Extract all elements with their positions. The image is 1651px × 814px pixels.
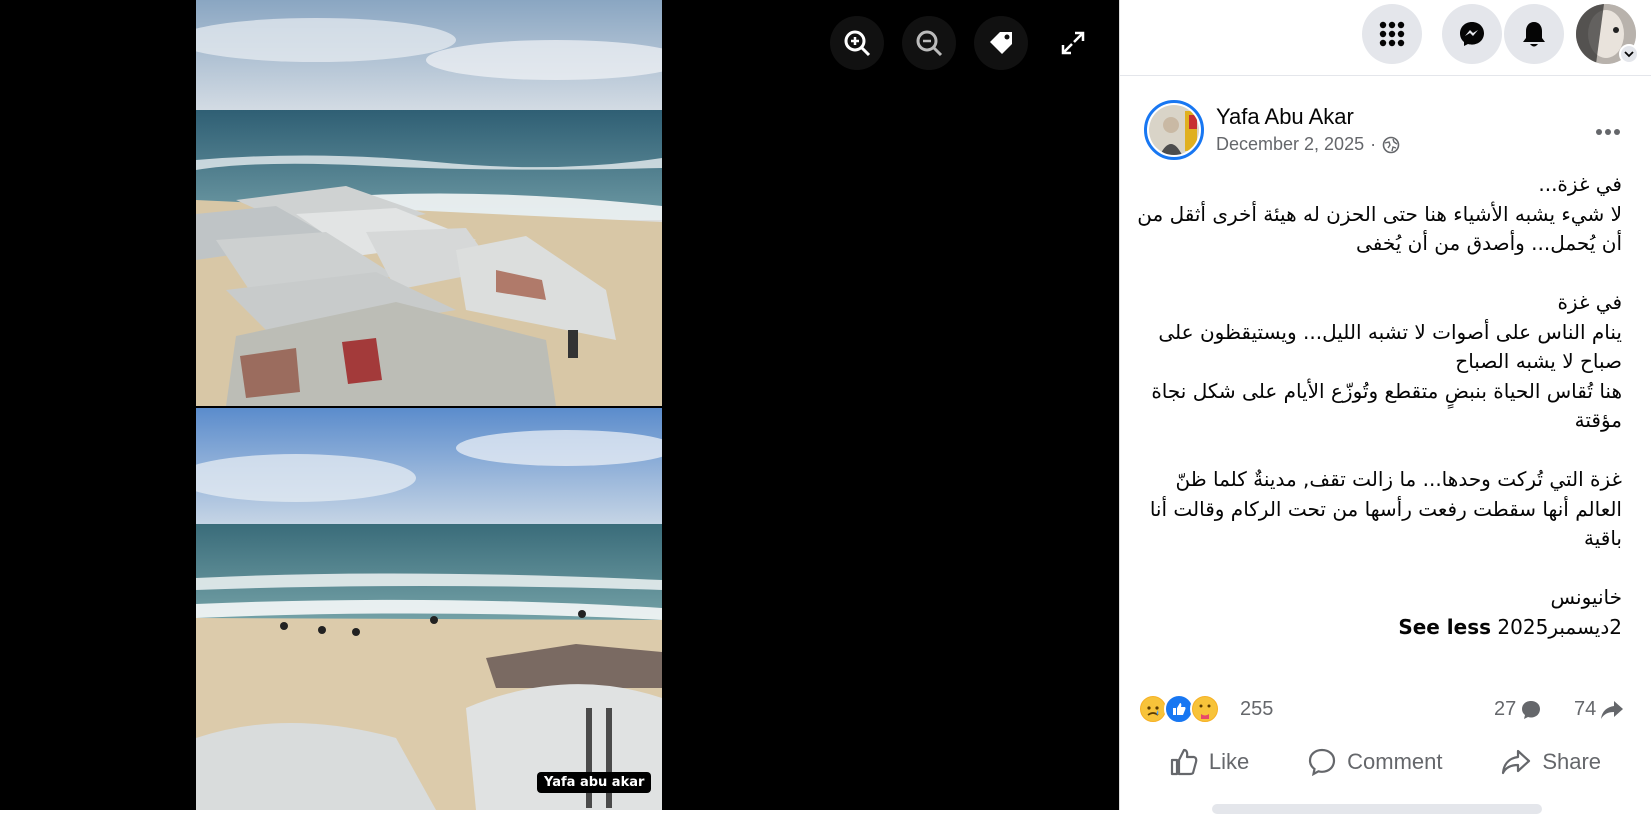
viewer-toolbar	[830, 16, 1100, 70]
account-caret-button[interactable]	[1619, 44, 1639, 64]
post-options-button[interactable]	[1590, 114, 1626, 150]
post-paragraph-3: غزة التي تُركت وحدها... ما زالت تقف, مدي…	[1149, 467, 1622, 550]
fullscreen-button[interactable]	[1046, 16, 1100, 70]
like-thumb-icon	[1170, 748, 1198, 776]
author-avatar[interactable]	[1144, 100, 1204, 160]
zoom-out-icon	[916, 30, 943, 57]
menu-grid-icon	[1379, 21, 1405, 47]
share-icon	[1502, 749, 1531, 775]
zoom-out-button[interactable]	[902, 16, 956, 70]
notifications-bell-icon	[1523, 22, 1545, 47]
post-body: في غزة... لا شيء يشبه الأشياء هنا حتى ال…	[1134, 170, 1622, 642]
globe-icon	[1382, 136, 1400, 153]
notifications-button[interactable]	[1504, 4, 1564, 64]
share-button[interactable]: Share	[1490, 743, 1611, 781]
comment-button[interactable]: Comment	[1297, 743, 1452, 781]
reaction-count[interactable]: 255	[1240, 698, 1273, 721]
reaction-icons[interactable]	[1138, 694, 1220, 724]
post-actions: Like Comment Share	[1140, 740, 1630, 784]
comment-box-edge	[1212, 804, 1542, 814]
more-options-icon	[1596, 129, 1620, 135]
menu-button[interactable]	[1362, 4, 1422, 64]
comment-label: Comment	[1347, 749, 1443, 774]
post-date-line: 2ديسمبر2025	[1497, 614, 1622, 639]
share-count-number: 74	[1574, 698, 1597, 720]
date-separator: ·	[1370, 134, 1377, 154]
share-label: Share	[1542, 749, 1602, 774]
author-name[interactable]: Yafa Abu Akar	[1216, 104, 1354, 130]
post-paragraph-2: في غزة ينام الناس على أصوات لا تشبه اللي…	[1151, 290, 1622, 432]
like-label: Like	[1208, 749, 1250, 774]
care-reaction-icon	[1190, 694, 1220, 724]
post-paragraph-1: في غزة... لا شيء يشبه الأشياء هنا حتى ال…	[1137, 172, 1622, 255]
post-date-text[interactable]: December 2, 2025	[1216, 134, 1364, 155]
top-navigation	[1120, 0, 1651, 76]
tag-button[interactable]	[974, 16, 1028, 70]
zoom-in-button[interactable]	[830, 16, 884, 70]
like-button[interactable]: Like	[1159, 743, 1259, 781]
share-count[interactable]: 74	[1574, 698, 1624, 721]
zoom-in-icon	[844, 30, 871, 57]
comment-icon	[1309, 748, 1336, 777]
chevron-down-icon	[1624, 51, 1634, 58]
post-paragraph-4: خانيونس	[1550, 585, 1622, 609]
see-less-link[interactable]: See less	[1398, 615, 1491, 639]
photo-viewer: Yafa abu akar	[0, 0, 1119, 810]
post-header: Yafa Abu Akar December 2, 2025 ·	[1144, 100, 1634, 162]
photo-watermark: Yafa abu akar	[537, 772, 652, 793]
photo-top-beach-tents[interactable]	[196, 0, 662, 406]
messenger-icon	[1460, 22, 1484, 46]
share-arrow-icon	[1601, 700, 1624, 719]
comment-count[interactable]: 27	[1494, 698, 1542, 721]
post-stats: 255 27 74	[1138, 692, 1638, 728]
tag-icon	[990, 32, 1012, 54]
fullscreen-icon	[1061, 31, 1085, 55]
post-date[interactable]: December 2, 2025 ·	[1216, 134, 1400, 155]
post-last-line: 2ديسمبر2025 See less	[1134, 613, 1622, 643]
comment-bubble-icon	[1522, 700, 1541, 719]
photo-bottom-beach-tents[interactable]	[196, 408, 662, 810]
post-sidebar: .topbtn[data-name="notifications-button"…	[1119, 0, 1651, 814]
comment-count-number: 27	[1494, 698, 1517, 720]
messenger-button[interactable]	[1442, 4, 1502, 64]
